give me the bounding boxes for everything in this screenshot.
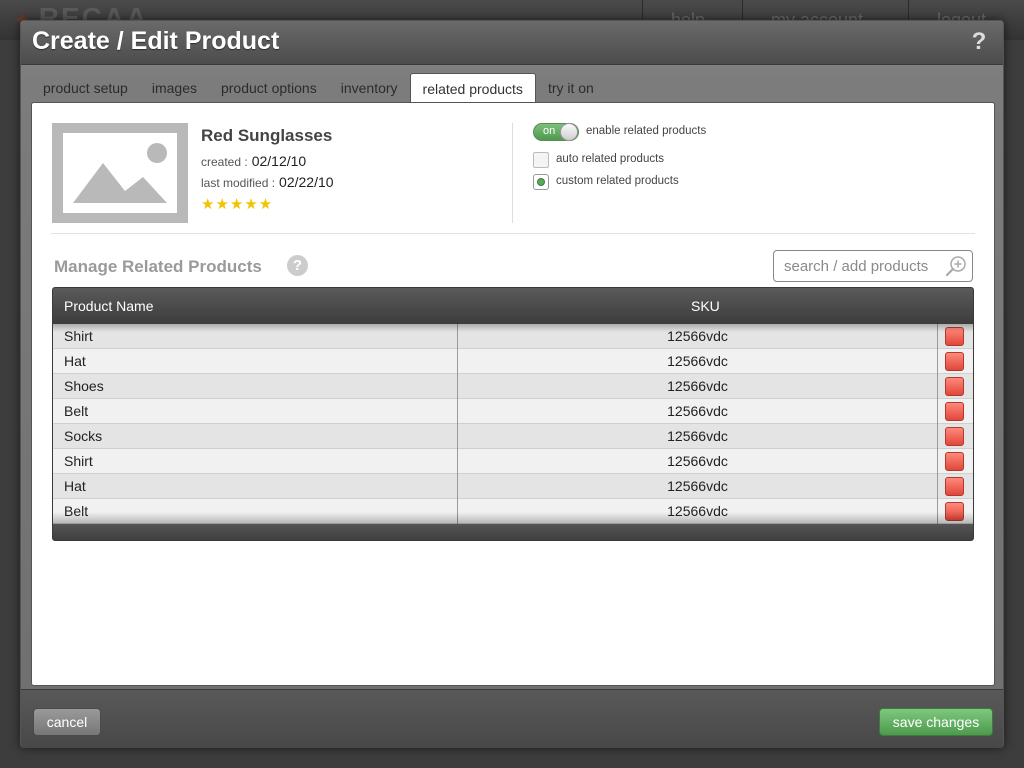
toggle-state-label: on — [543, 125, 556, 137]
modal-footer: cancel save changes — [21, 689, 1003, 748]
table-header: Product Name SKU — [53, 288, 973, 324]
delete-icon[interactable] — [945, 402, 964, 421]
row-delete-cell — [937, 374, 973, 399]
tab-product-options[interactable]: product options — [209, 73, 329, 103]
row-product-name: Shoes — [64, 378, 104, 394]
delete-icon[interactable] — [945, 477, 964, 496]
enable-related-label: enable related products — [586, 125, 707, 137]
row-sku: 12566vdc — [457, 449, 937, 474]
modal-title: Create / Edit Product — [32, 27, 280, 55]
modal-header: Create / Edit Product ? — [21, 21, 1003, 65]
table-row[interactable]: Shoes 12566vdc — [53, 374, 973, 399]
image-placeholder-icon — [63, 133, 177, 213]
vertical-divider — [512, 123, 513, 223]
row-delete-cell — [937, 499, 973, 524]
row-sku: 12566vdc — [457, 324, 937, 349]
tab-inventory[interactable]: inventory — [329, 73, 410, 103]
row-product-name: Hat — [64, 353, 86, 369]
delete-icon[interactable] — [945, 352, 964, 371]
delete-icon[interactable] — [945, 452, 964, 471]
help-icon[interactable]: ? — [967, 29, 991, 55]
row-delete-cell — [937, 349, 973, 374]
edit-product-modal: Create / Edit Product ? product setup im… — [20, 20, 1004, 748]
row-product-name: Hat — [64, 478, 86, 494]
row-sku: 12566vdc — [457, 349, 937, 374]
created-value: 02/12/10 — [251, 153, 307, 169]
table-row[interactable]: Shirt 12566vdc — [53, 324, 973, 349]
row-sku: 12566vdc — [457, 499, 937, 524]
row-delete-cell — [937, 324, 973, 349]
auto-related-label: auto related products — [556, 153, 665, 165]
custom-related-label: custom related products — [556, 175, 679, 187]
custom-related-radio[interactable] — [533, 174, 549, 190]
modified-label: last modified : — [201, 176, 276, 190]
table-row[interactable]: Hat 12566vdc — [53, 349, 973, 374]
star-rating: ★★★★★ — [201, 196, 274, 213]
tab-bar: product setup images product options inv… — [31, 73, 606, 105]
table-row[interactable]: Hat 12566vdc — [53, 474, 973, 499]
product-search-box — [773, 250, 973, 282]
row-delete-cell — [937, 449, 973, 474]
row-product-name: Socks — [64, 428, 103, 444]
row-sku: 12566vdc — [457, 374, 937, 399]
enable-related-toggle[interactable]: on — [533, 123, 579, 141]
product-name: Red Sunglasses — [201, 126, 333, 145]
tab-content-panel: Red Sunglasses created :02/12/10 last mo… — [31, 102, 995, 686]
row-product-name: Shirt — [64, 453, 93, 469]
created-label: created : — [201, 155, 248, 169]
save-changes-button[interactable]: save changes — [879, 708, 993, 736]
table-row[interactable]: Shirt 12566vdc — [53, 449, 973, 474]
row-sku: 12566vdc — [457, 424, 937, 449]
column-header-sku[interactable]: SKU — [691, 298, 720, 314]
tab-product-setup[interactable]: product setup — [31, 73, 140, 103]
delete-icon[interactable] — [945, 377, 964, 396]
toggle-knob — [560, 123, 578, 141]
row-product-name: Belt — [64, 403, 89, 419]
delete-icon[interactable] — [945, 327, 964, 346]
delete-icon[interactable] — [945, 427, 964, 446]
table-row[interactable]: Socks 12566vdc — [53, 424, 973, 449]
row-delete-cell — [937, 474, 973, 499]
manage-related-title: Manage Related Products — [54, 257, 262, 276]
auto-related-checkbox[interactable] — [533, 152, 549, 168]
table-footer — [53, 524, 973, 540]
row-delete-cell — [937, 399, 973, 424]
tab-try-it-on[interactable]: try it on — [536, 73, 606, 103]
cancel-button[interactable]: cancel — [33, 708, 101, 736]
delete-icon[interactable] — [945, 502, 964, 521]
horizontal-divider — [51, 233, 975, 234]
table-body: Shirt 12566vdc Hat 12566vdc Shoes 12566v… — [53, 324, 973, 524]
table-row[interactable]: Belt 12566vdc — [53, 499, 973, 524]
created-date: created :02/12/10 — [201, 153, 306, 169]
search-add-icon[interactable] — [944, 254, 968, 278]
search-input[interactable] — [774, 251, 944, 281]
table-row[interactable]: Belt 12566vdc — [53, 399, 973, 424]
tab-related-products[interactable]: related products — [409, 73, 536, 105]
tab-images[interactable]: images — [140, 73, 209, 103]
manage-help-icon[interactable]: ? — [287, 255, 308, 276]
modified-value: 02/22/10 — [279, 174, 334, 190]
row-delete-cell — [937, 424, 973, 449]
row-product-name: Belt — [64, 503, 89, 519]
row-product-name: Shirt — [64, 328, 93, 344]
product-thumbnail[interactable] — [52, 123, 188, 223]
related-products-table: Product Name SKU Shirt 12566vdc Hat 1256… — [52, 287, 974, 541]
radio-selected-dot — [537, 178, 545, 186]
modified-date: last modified :02/22/10 — [201, 174, 334, 190]
row-sku: 12566vdc — [457, 474, 937, 499]
column-header-product-name[interactable]: Product Name — [64, 298, 153, 314]
row-sku: 12566vdc — [457, 399, 937, 424]
